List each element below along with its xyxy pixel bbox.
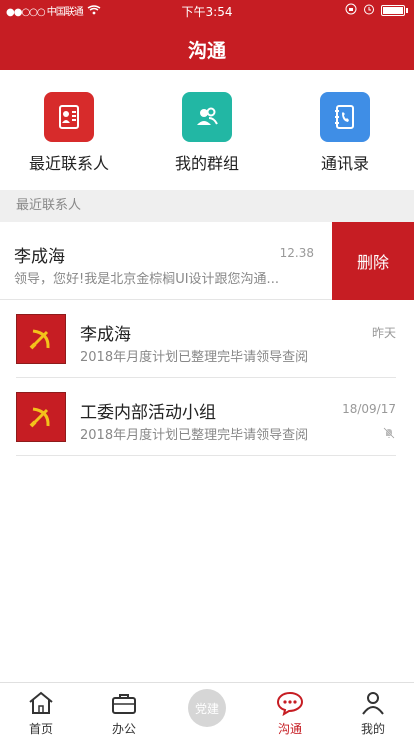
chat-icon (275, 688, 305, 718)
group-message: 2018年月度计划已整理完毕请领导查阅 (80, 428, 309, 443)
bottom-tab-bar: 首页 办公 党建 沟通 我的 (0, 682, 414, 736)
lock-rotation-icon (345, 3, 357, 18)
party-building-icon: 党建 (188, 689, 226, 727)
tab-profile-label: 我的 (360, 722, 385, 736)
my-groups-button[interactable]: 我的群组 (138, 92, 276, 174)
status-right (345, 3, 408, 18)
group-date: 18/09/17 (342, 402, 396, 416)
tab-home-label: 首页 (28, 722, 53, 736)
quick-actions: 最近联系人 我的群组 通讯录 (0, 70, 414, 190)
tab-profile[interactable]: 我的 (332, 683, 414, 736)
contact-name: 李成海 (14, 247, 65, 267)
contact-date: 昨天 (371, 326, 396, 340)
recent-contacts-button[interactable]: 最近联系人 (0, 92, 138, 174)
tab-party-building[interactable]: 党建 (166, 683, 248, 736)
group-icon (182, 92, 232, 142)
tab-office-label: 办公 (111, 722, 136, 736)
contact-message: 领导，您好!我是北京金棕榈UI设计跟您沟通... (14, 272, 279, 287)
contact-row[interactable]: 李成海 昨天 2018年月度计划已整理完毕请领导查阅 (16, 300, 396, 378)
app-screen: ●●○○○ 中国联通 下午3:54 沟通 最近联系人 我的群组 通讯录 最近联系… (0, 0, 414, 736)
contact-row-swiped[interactable]: 李成海 12.38 领导，您好!我是北京金棕榈UI设计跟您沟通... 删除 (0, 222, 414, 300)
tab-office[interactable]: 办公 (83, 683, 165, 736)
group-name: 工委内部活动小组 (80, 403, 216, 423)
status-bar: ●●○○○ 中国联通 下午3:54 (0, 0, 414, 20)
muted-bell-icon (382, 425, 396, 444)
recent-contacts-label: 最近联系人 (28, 154, 109, 173)
address-book-label: 通讯录 (320, 154, 369, 173)
tab-chat[interactable]: 沟通 (249, 683, 331, 736)
tab-chat-label: 沟通 (277, 722, 302, 736)
page-title: 沟通 (187, 40, 226, 62)
profile-icon (358, 688, 388, 718)
group-row[interactable]: 工委内部活动小组 18/09/17 2018年月度计划已整理完毕请领导查阅 (16, 378, 396, 456)
tab-home[interactable]: 首页 (0, 683, 82, 736)
header: ●●○○○ 中国联通 下午3:54 沟通 (0, 0, 414, 70)
briefcase-icon (109, 688, 139, 718)
delete-button[interactable]: 删除 (332, 222, 414, 300)
contact-message: 2018年月度计划已整理完毕请领导查阅 (80, 350, 309, 365)
party-emblem-avatar (16, 392, 66, 442)
contact-time: 12.38 (279, 246, 314, 260)
contact-name: 李成海 (80, 325, 131, 345)
section-header: 最近联系人 (0, 190, 414, 222)
battery-icon (381, 5, 405, 16)
alarm-icon (363, 3, 375, 18)
my-groups-label: 我的群组 (174, 154, 239, 173)
contact-card-icon (44, 92, 94, 142)
party-emblem-avatar (16, 314, 66, 364)
battery-tip (406, 8, 408, 13)
address-book-button[interactable]: 通讯录 (276, 92, 414, 174)
home-icon (26, 688, 56, 718)
address-book-icon (320, 92, 370, 142)
